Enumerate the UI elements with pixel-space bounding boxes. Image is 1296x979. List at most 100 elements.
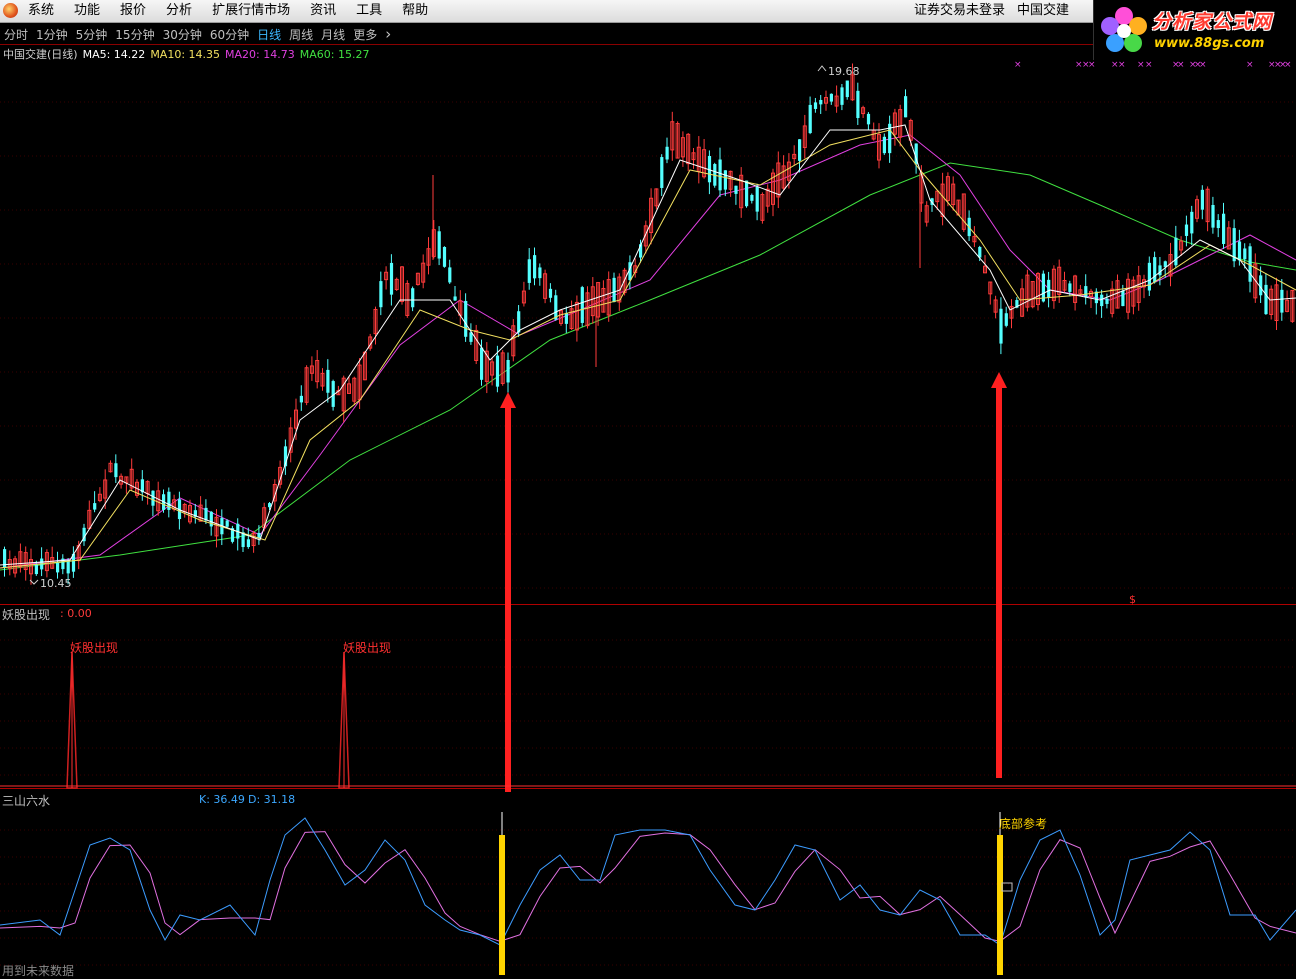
candle-body: [437, 231, 441, 259]
candle-body: [1105, 298, 1109, 304]
candle-body: [580, 287, 584, 323]
low-price-label: 10.45: [40, 577, 72, 590]
candle-body: [1264, 284, 1268, 315]
candle-body: [723, 170, 727, 190]
candle-body: [225, 520, 229, 527]
candle-body: [564, 313, 568, 324]
candle-body: [1174, 237, 1178, 266]
candle-body: [866, 113, 871, 125]
signal-arrow-shaft: [996, 384, 1002, 778]
candle-body: [93, 503, 97, 510]
signal-x-marker: ×: [1118, 60, 1126, 70]
candle-body: [1147, 262, 1151, 291]
candle-body: [808, 104, 812, 134]
candle-body: [246, 539, 250, 547]
signal-x-marker: ×: [1284, 60, 1292, 70]
candle-body: [882, 136, 886, 154]
candle-body: [813, 102, 818, 109]
candle-body: [1068, 283, 1072, 292]
candle-body: [151, 490, 155, 506]
bottom-signal-bar: [499, 835, 505, 975]
candle-body: [448, 267, 452, 283]
signal-x-marker: ×: [1177, 60, 1185, 70]
candle-body: [1163, 261, 1167, 268]
candle-body: [1216, 220, 1220, 229]
candle-body: [34, 564, 38, 575]
high-price-label: 19.68: [828, 65, 860, 78]
candle-body: [527, 259, 531, 283]
candle-body: [1100, 294, 1104, 307]
candle-body: [66, 560, 70, 574]
candle-body: [114, 463, 118, 478]
signal-arrow-head: [500, 392, 516, 408]
chart-canvas[interactable]: 19.6810.45× × ×× × × × × ×× ××× × ××××妖股出现 妖股出现$底部参…: [0, 0, 1296, 979]
candle-body: [1222, 213, 1226, 244]
candle-body: [453, 296, 457, 301]
footer-warning: 用到未来数据: [2, 964, 75, 978]
candle-body: [660, 157, 664, 188]
ma5-line: [0, 124, 1296, 566]
candle-body: [904, 96, 908, 118]
candle-body: [1121, 290, 1125, 307]
candle-body: [819, 99, 823, 105]
candle-body: [856, 90, 860, 119]
candlestick-series: [3, 63, 1295, 585]
candle-body: [299, 395, 303, 403]
candle-body: [1158, 265, 1162, 276]
candle-body: [506, 359, 510, 383]
ma20-line: [0, 134, 1296, 569]
candle-body: [442, 246, 447, 267]
candle-body: [1004, 313, 1008, 326]
dollar-marker: $: [1129, 593, 1136, 606]
candle-body: [1243, 248, 1247, 260]
candle-body: [326, 369, 330, 393]
candle-body: [1153, 257, 1157, 283]
candle-body: [755, 186, 759, 212]
signal-x-marker: ×: [1088, 60, 1096, 70]
candle-body: [845, 80, 849, 98]
candle-body: [798, 139, 802, 161]
candle-body: [1047, 279, 1051, 298]
candle-body: [56, 562, 60, 573]
candle-body: [1237, 241, 1242, 261]
signal-x-marker: ×: [1145, 60, 1153, 70]
candle-body: [204, 507, 208, 521]
candle-body: [745, 180, 749, 207]
signal-label: 妖股出现: [70, 641, 118, 655]
candle-body: [612, 277, 616, 303]
candle-body: [1280, 289, 1284, 313]
bottom-reference-label: 底部参考: [999, 816, 1047, 831]
d-line: [0, 831, 1296, 942]
candle-body: [379, 281, 383, 308]
candle-body: [480, 347, 484, 380]
signal-label: 妖股出现: [343, 641, 391, 655]
ma60-line: [0, 162, 1296, 571]
candle-body: [517, 311, 521, 333]
candle-body: [533, 255, 537, 279]
candle-body: [718, 159, 722, 191]
signal-arrow-head: [991, 372, 1007, 388]
candle-body: [1041, 273, 1045, 302]
signal-x-marker: ×: [1014, 60, 1022, 70]
high-marker: [817, 65, 827, 72]
candle-body: [999, 308, 1003, 344]
ma10-line: [0, 129, 1296, 569]
candle-body: [1084, 286, 1088, 298]
candle-body: [1190, 211, 1194, 234]
signal-x-marker: ×: [1199, 60, 1207, 70]
candle-body: [1211, 204, 1215, 228]
candle-body: [411, 288, 415, 308]
candle-body: [548, 288, 553, 298]
candle-body: [665, 146, 669, 160]
candle-body: [538, 267, 542, 279]
small-box-marker: [1001, 882, 1013, 892]
k-line: [0, 817, 1296, 946]
candle-body: [1094, 291, 1098, 304]
candle-body: [750, 194, 754, 201]
candle-body: [389, 262, 394, 295]
candle-body: [495, 355, 500, 387]
signal-arrow-shaft: [505, 404, 511, 792]
signal-x-marker: ×: [1246, 60, 1254, 70]
candle-body: [734, 185, 738, 194]
bottom-signal-bar: [997, 835, 1003, 975]
